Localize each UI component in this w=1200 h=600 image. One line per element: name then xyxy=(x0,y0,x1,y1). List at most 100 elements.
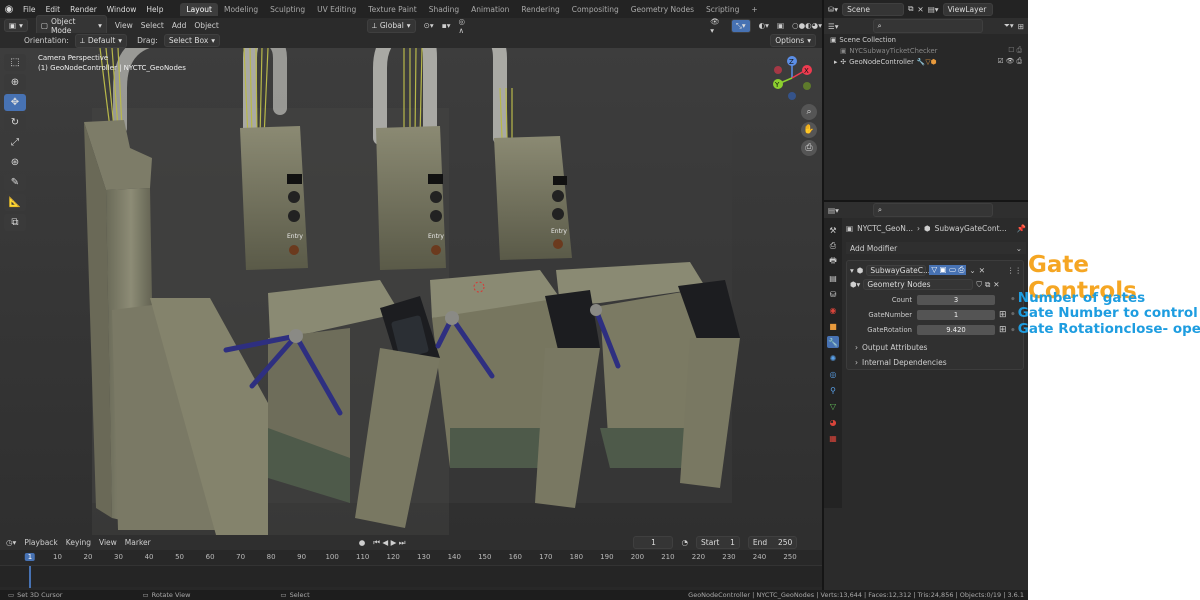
tab-rendering[interactable]: Rendering xyxy=(515,3,565,16)
pivot-icon[interactable]: ⊙▾ xyxy=(424,21,434,30)
menu-select[interactable]: Select xyxy=(141,21,164,30)
zoom-icon[interactable]: ⌕ xyxy=(801,104,817,120)
transform-tool-icon[interactable]: ⊛ xyxy=(4,154,26,171)
outliner-scene-collection[interactable]: ▣ Scene Collection xyxy=(824,34,1028,45)
add-cube-tool-icon[interactable]: ⧉ xyxy=(4,214,26,231)
tool-tab-icon[interactable]: ⚒ xyxy=(827,224,839,236)
pan-hand-icon[interactable]: ✋ xyxy=(801,122,817,138)
tab-texture-paint[interactable]: Texture Paint xyxy=(362,3,422,16)
tab-sculpting[interactable]: Sculpting xyxy=(264,3,311,16)
outliner-row-ticketchecker[interactable]: ▣ NYCSubwayTicketChecker ☐ ⎙ xyxy=(824,45,1028,56)
menu-help[interactable]: Help xyxy=(141,5,168,14)
render-tab-icon[interactable]: ⎙ xyxy=(827,240,839,252)
timeline-track[interactable] xyxy=(0,565,822,588)
xray-icon[interactable]: ▣ xyxy=(777,21,784,30)
overlay-toggle-icon[interactable]: ◐▾ xyxy=(759,21,769,30)
move-tool-icon[interactable]: ✥ xyxy=(4,94,26,111)
tab-animation[interactable]: Animation xyxy=(465,3,515,16)
visibility-toggles-icon[interactable]: ☐ ⎙ xyxy=(1008,46,1022,55)
physics-tab-icon[interactable]: ◎ xyxy=(827,368,839,380)
blender-logo-icon[interactable]: ◉ xyxy=(0,0,18,18)
scene-icon[interactable]: ⛁▾ xyxy=(828,5,838,14)
menu-edit[interactable]: Edit xyxy=(41,5,66,14)
gatenumber-input[interactable]: 1 xyxy=(917,310,995,320)
frame-ruler[interactable]: 1 10 20 30 40 50 60 70 80 90 100 110 120 130 140 150 160… xyxy=(0,553,822,563)
collapse-arrow-icon[interactable]: ▾ xyxy=(850,266,854,275)
menu-object[interactable]: Object xyxy=(194,21,218,30)
start-frame-field[interactable]: Start 1 xyxy=(696,536,740,549)
properties-search-input[interactable]: ⌕ xyxy=(872,203,993,217)
clock-icon[interactable]: ◔ xyxy=(681,538,688,547)
gizmo-toggle-icon[interactable]: ⤡▾ xyxy=(730,18,751,33)
camera-view-icon[interactable]: ⎙ xyxy=(801,140,817,156)
world-tab-icon[interactable]: ◉ xyxy=(827,304,839,316)
playhead[interactable] xyxy=(29,566,31,588)
tab-geometry-nodes[interactable]: Geometry Nodes xyxy=(625,3,700,16)
menu-view[interactable]: View xyxy=(115,21,133,30)
select-tool-icon[interactable]: ⬚ xyxy=(4,54,26,71)
outliner-editor-icon[interactable]: ☰▾ xyxy=(828,22,839,31)
node-group-field[interactable]: Geometry Nodes xyxy=(863,279,974,290)
fake-user-icon[interactable]: ⛉ xyxy=(976,280,982,290)
texture-tab-icon[interactable]: ▦ xyxy=(827,432,839,444)
outliner-row-geonodecontroller[interactable]: ▸ ✣ GeoNodeController 🔧▽⬢ ☑ 👁 ⎙ xyxy=(824,56,1028,67)
end-frame-field[interactable]: End 250 xyxy=(747,536,798,549)
pin-icon[interactable]: 📌 xyxy=(1017,224,1026,233)
tab-modeling[interactable]: Modeling xyxy=(218,3,264,16)
tab-uv-editing[interactable]: UV Editing xyxy=(311,3,362,16)
constraints-tab-icon[interactable]: ⚲ xyxy=(827,384,839,396)
record-icon[interactable]: ● xyxy=(359,538,366,547)
internal-dependencies-panel[interactable]: › Internal Dependencies xyxy=(855,358,947,367)
output-attributes-panel[interactable]: › Output Attributes xyxy=(855,343,927,352)
transform-orientation-dropdown[interactable]: ⟂ Global ▾ xyxy=(366,18,416,33)
snap-icon[interactable]: ▪▾ xyxy=(442,21,451,30)
keying-menu[interactable]: Keying xyxy=(66,538,91,547)
playback-menu[interactable]: Playback xyxy=(24,538,57,547)
menu-add[interactable]: Add xyxy=(172,21,187,30)
playback-controls-icon[interactable]: ⏮ ◀ ▶ ⏭ xyxy=(373,538,405,548)
breadcrumb-modifier[interactable]: SubwayGateCont... xyxy=(935,224,1007,233)
menu-render[interactable]: Render xyxy=(65,5,102,14)
gaterotation-input[interactable]: 9.420 xyxy=(917,325,995,335)
scene-close-icon[interactable]: ✕ xyxy=(917,5,923,14)
unlink-icon[interactable]: ✕ xyxy=(993,280,999,289)
annotate-tool-icon[interactable]: ✎ xyxy=(4,174,26,191)
view-layer-tab-icon[interactable]: ▤ xyxy=(827,272,839,284)
gaterotation-driver-icon[interactable]: ⊞ xyxy=(999,325,1007,335)
options-dropdown[interactable]: Options ▾ xyxy=(770,34,816,47)
add-modifier-button[interactable]: Add Modifier ⌄ xyxy=(846,242,1026,254)
visibility-eye-icon[interactable]: ☑ 👁 ⎙ xyxy=(998,57,1022,66)
tab-compositing[interactable]: Compositing xyxy=(566,3,625,16)
modifier-name-field[interactable]: SubwayGateC... xyxy=(866,264,930,276)
timeline-editor-icon[interactable]: ◷▾ xyxy=(6,538,16,547)
proportional-icon[interactable]: ◎ ∧ xyxy=(458,17,472,35)
drag-handle-icon[interactable]: ⋮⋮ xyxy=(1007,266,1022,275)
viewlayer-icon[interactable]: ▤▾ xyxy=(928,5,939,14)
timeline-view-menu[interactable]: View xyxy=(99,538,117,547)
modifier-dropdown-icon[interactable]: ⌄ xyxy=(969,266,975,275)
navigation-gizmo[interactable]: Z X Y xyxy=(770,56,814,100)
tab-scripting[interactable]: Scripting xyxy=(700,3,745,16)
expand-arrow-icon[interactable]: ▸ xyxy=(834,58,837,66)
current-frame-field[interactable]: 1 xyxy=(633,536,674,549)
node-tree-icon[interactable]: ⬢▾ xyxy=(850,280,860,289)
editor-type-button[interactable]: ▣ ▾ xyxy=(4,19,28,32)
add-workspace-icon[interactable]: + xyxy=(745,3,763,16)
modifier-remove-icon[interactable]: ✕ xyxy=(979,266,985,275)
modifier-toggles-icon[interactable]: ▽ ▣ ▭ ⎙ xyxy=(929,265,967,275)
menu-window[interactable]: Window xyxy=(102,5,142,14)
scene-tab-icon[interactable]: ⛁ xyxy=(827,288,839,300)
scene-selector[interactable]: Scene xyxy=(842,2,905,16)
material-tab-icon[interactable]: ◕ xyxy=(827,416,839,428)
modifier-tab-icon[interactable]: 🔧 xyxy=(827,336,839,348)
scene-copy-icon[interactable]: ⧉ xyxy=(908,4,913,14)
menu-file[interactable]: File xyxy=(18,5,41,14)
outliner-search-input[interactable]: ⌕ xyxy=(872,19,983,33)
filter-icon[interactable]: ⏷▾ xyxy=(1004,21,1014,31)
tab-shading[interactable]: Shading xyxy=(423,3,465,16)
scale-tool-icon[interactable]: ⤢ xyxy=(4,134,26,151)
shading-modes[interactable]: ○●◐◕▾ xyxy=(792,21,822,30)
properties-editor-icon[interactable]: ▤▾ xyxy=(828,206,839,215)
object-tab-icon[interactable]: ■ xyxy=(827,320,839,332)
cursor-tool-icon[interactable]: ⊕ xyxy=(4,74,26,91)
